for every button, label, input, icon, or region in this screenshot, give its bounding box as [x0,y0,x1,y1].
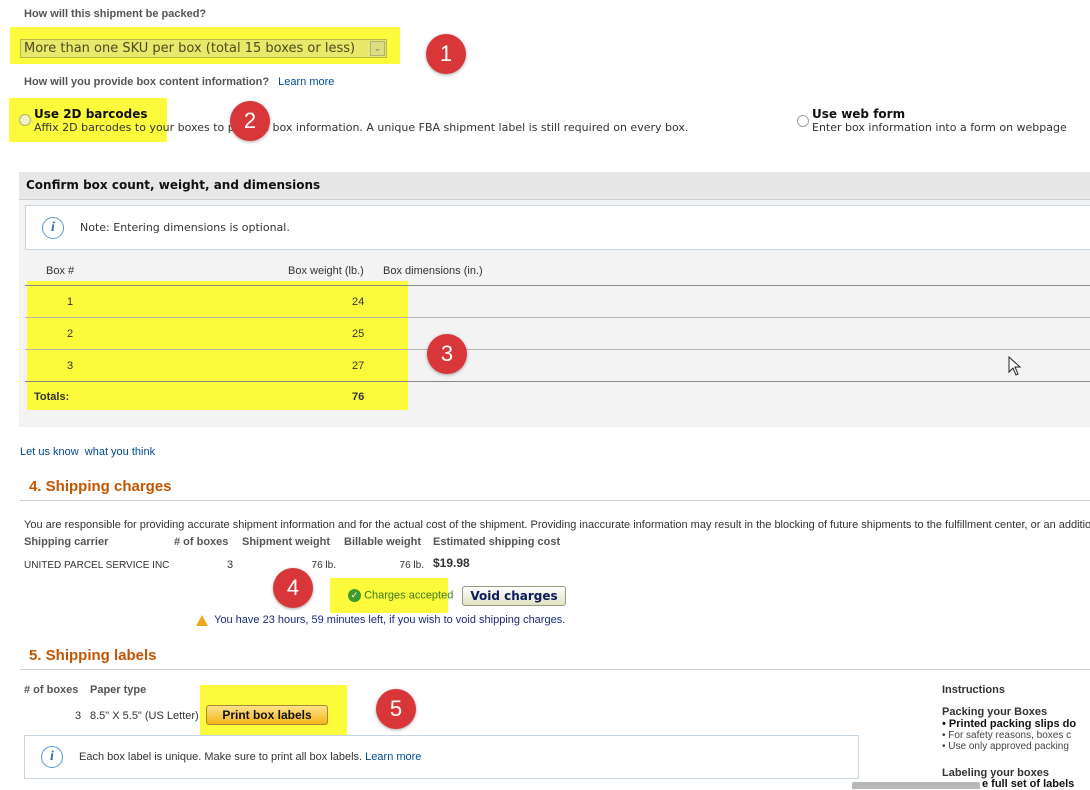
table-row: 1 24 [25,285,1090,317]
confirm-header: Confirm box count, weight, and dimension… [19,172,1090,200]
divider [20,669,1090,670]
billable-weight-value: 76 lb. [399,560,424,571]
box-content-question-row: How will you provide box content informa… [24,76,334,88]
feedback-prefix[interactable]: Let us know [20,446,79,458]
void-charges-button[interactable]: Void charges [462,586,566,606]
print-box-labels-button[interactable]: Print box labels [206,705,328,725]
carrier-value: UNITED PARCEL SERVICE INC [24,560,170,571]
feedback-link[interactable]: what you think [85,446,155,458]
option-webform-title: Use web form [812,107,906,121]
info-icon: i [42,217,64,239]
packing-boxes-title: Packing your Boxes [942,706,1048,718]
label-note-text: Each box label is unique. Make sure to p… [79,751,363,763]
warning-icon [196,614,208,626]
col-shipment-weight: Shipment weight [242,536,330,548]
note-box: i Note: Entering dimensions is optional. [25,205,1090,250]
box-weight-cell: 27 [352,360,365,372]
label-boxes-value: 3 [75,710,82,722]
label-note: Each box label is unique. Make sure to p… [79,751,421,763]
void-warning-text: You have 23 hours, 59 minutes left, if y… [214,614,566,627]
estimated-cost-value: $19.98 [433,556,470,570]
learn-more-link[interactable]: Learn more [278,76,334,88]
annotation-badge-5: 5 [376,689,416,729]
void-warning: You have 23 hours, 59 minutes left, if y… [196,614,565,626]
charges-accepted-text: Charges accepted [364,589,454,602]
col-box-dimensions: Box dimensions (in.) [383,265,483,277]
table-row: 2 25 [25,317,1090,349]
col-boxes: # of boxes [174,536,229,548]
table-row: 3 27 [25,349,1090,381]
option-barcodes-title: Use 2D barcodes [34,107,148,121]
col-box-number: Box # [46,265,75,277]
box-number-cell: 1 [67,296,74,308]
annotation-badge-4: 4 [273,568,313,608]
radio-webform[interactable] [797,115,809,127]
instructions-title: Instructions [942,684,1005,696]
col-estimated-cost: Estimated shipping cost [433,536,561,548]
paper-type-value: 8.5" X 5.5" (US Letter) [90,710,199,722]
totals-label: Totals: [34,391,70,403]
box-number-cell: 3 [67,360,74,372]
box-number-cell: 2 [67,328,74,340]
instructions-packing: Packing your Boxes • Printed packing sli… [942,706,1090,752]
label-note-learn-more-link[interactable]: Learn more [365,751,421,763]
box-content-question: How will you provide box content informa… [24,76,270,88]
confirm-title: Confirm box count, weight, and dimension… [26,178,321,192]
col-carrier: Shipping carrier [24,536,109,548]
annotation-badge-2: 2 [230,101,270,141]
totals-weight: 76 [352,391,365,403]
note-text: Note: Entering dimensions is optional. [80,221,290,234]
shipping-charges-title: 4. Shipping charges [29,478,172,495]
packing-item: • For safety reasons, boxes c [942,730,1072,741]
charges-accepted-status: ✓ Charges accepted [348,589,453,602]
totals-row: Totals: 76 [25,381,1090,413]
annotation-badge-1: 1 [426,34,466,74]
shipping-labels-title: 5. Shipping labels [29,647,157,664]
box-weight-cell: 24 [352,296,365,308]
option-barcodes: Use 2D barcodes Affix 2D barcodes to you… [34,107,688,134]
option-barcodes-desc: Affix 2D barcodes to your boxes to provi… [34,121,689,134]
mouse-cursor-icon [1008,356,1022,376]
charges-disclaimer: You are responsible for providing accura… [24,519,1090,531]
info-icon: i [41,746,63,768]
option-webform-desc: Enter box information into a form on web… [812,121,1067,134]
label-note-box: i Each box label is unique. Make sure to… [24,735,859,779]
option-webform: Use web form Enter box information into … [812,107,1067,134]
feedback-row: Let us know what you think [20,446,155,458]
radio-barcodes[interactable] [19,114,31,126]
packing-item: • Printed packing slips do [942,718,1077,730]
packing-item: • Use only approved packing [942,741,1069,752]
chevron-down-icon[interactable]: ⌄ [370,41,385,56]
check-icon: ✓ [348,589,361,602]
col-paper-type: Paper type [90,684,147,696]
col-label-boxes: # of boxes [24,684,79,696]
annotation-badge-3: 3 [427,334,467,374]
packing-select[interactable]: More than one SKU per box (total 15 boxe… [20,39,387,58]
box-weight-cell: 25 [352,328,365,340]
col-billable-weight: Billable weight [344,536,422,548]
col-box-weight: Box weight (lb.) [288,265,364,277]
labeling-item: e full set of labels [982,778,1075,790]
packing-select-value: More than one SKU per box (total 15 boxe… [24,41,356,56]
boxes-value: 3 [227,559,234,571]
packing-question: How will this shipment be packed? [24,8,207,20]
divider [20,500,1090,501]
overlay-tab [852,782,980,789]
